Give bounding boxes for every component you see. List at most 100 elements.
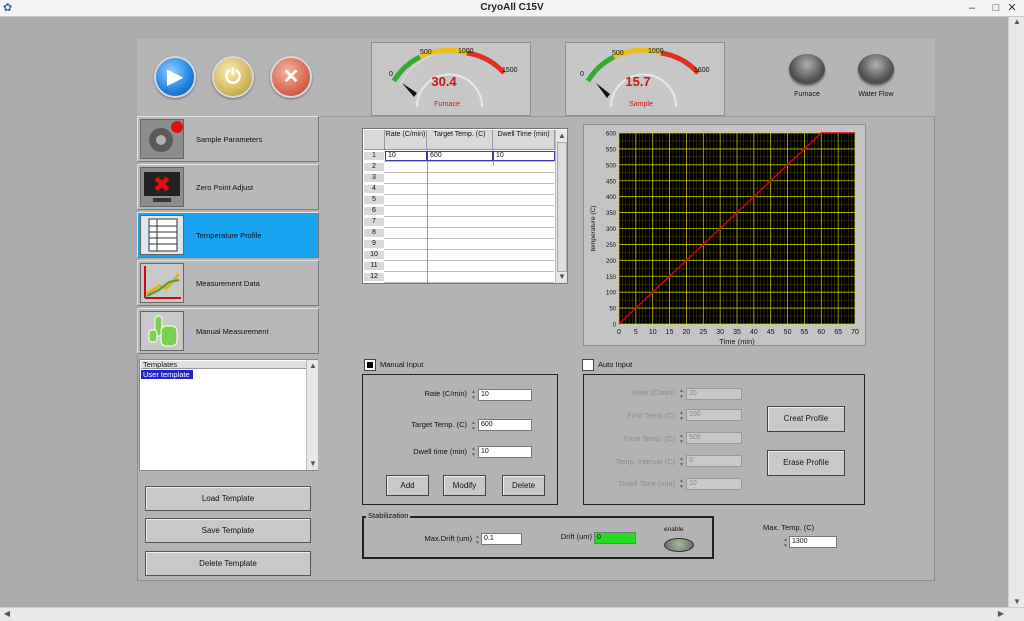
x-tick-label: 55 xyxy=(801,329,809,336)
save-template-button[interactable]: Save Template xyxy=(145,518,311,543)
horizontal-scrollbar[interactable]: ◀ ▶ xyxy=(0,607,1024,621)
y-tick-label: 250 xyxy=(606,243,617,249)
load-template-button[interactable]: Load Template xyxy=(145,486,311,511)
auto-dwell-spinner[interactable]: ▲ ▼ xyxy=(678,478,685,490)
water-flow-indicator-led xyxy=(858,54,894,84)
table-scrollbar[interactable]: ▲ ▼ xyxy=(555,130,567,283)
x-tick-label: 65 xyxy=(834,329,842,336)
auto-dwell-label: Dwell Time (min) xyxy=(619,479,675,488)
templates-scrollbar[interactable]: ▲ ▼ xyxy=(306,360,318,470)
scroll-thumb[interactable] xyxy=(557,142,567,272)
scroll-right-icon[interactable]: ▶ xyxy=(996,609,1006,619)
row-number: 1 xyxy=(364,152,384,160)
rate-spinner[interactable]: ▲ ▼ xyxy=(470,389,477,401)
run-button[interactable]: ▶ xyxy=(154,56,196,98)
scroll-up-icon[interactable]: ▲ xyxy=(1012,17,1022,27)
auto-rate-label: Rate (C/min) xyxy=(632,388,675,397)
target-temp-spinner[interactable]: ▲ ▼ xyxy=(470,420,477,432)
template-list-item[interactable]: User template xyxy=(141,370,193,379)
y-tick-label: 0 xyxy=(613,323,617,329)
dwell-time-input[interactable]: 10 xyxy=(478,446,532,458)
row-divider xyxy=(384,227,554,228)
delete-template-button[interactable]: Delete Template xyxy=(145,551,311,576)
vertical-scrollbar[interactable]: ▲ ▼ xyxy=(1008,17,1024,608)
table-cell-target[interactable]: 600 xyxy=(427,151,493,161)
row-number: 7 xyxy=(364,218,384,226)
y-tick-label: 550 xyxy=(606,147,617,153)
minimize-button[interactable]: – xyxy=(960,0,984,16)
nav-zero-point-adjust[interactable]: ✖ Zero Point Adjust xyxy=(137,164,319,210)
enable-label: enable xyxy=(664,526,684,533)
nav-temperature-profile[interactable]: Temperature Profile xyxy=(137,212,319,258)
stabilization-title: Stabilization xyxy=(366,511,411,520)
final-temp-spinner[interactable]: ▲ ▼ xyxy=(678,433,685,445)
furnace-indicator-led xyxy=(789,54,825,84)
max-temp-spinner[interactable]: ▲ ▼ xyxy=(782,537,789,549)
max-temp-input[interactable]: 1300 xyxy=(789,536,837,548)
y-tick-label: 200 xyxy=(606,259,617,265)
first-temp-input[interactable]: 100 xyxy=(686,409,742,421)
nav-label: Measurement Data xyxy=(196,279,260,288)
target-temp-input[interactable]: 600 xyxy=(478,419,532,431)
y-tick-label: 100 xyxy=(606,291,617,297)
rate-label: Rate (C/min) xyxy=(424,389,467,398)
row-divider xyxy=(384,205,554,206)
stop-button[interactable]: ✕ xyxy=(270,56,312,98)
row-divider xyxy=(384,183,554,184)
erase-profile-button[interactable]: Erase Profile xyxy=(767,450,845,476)
furnace-gauge: 0 500 1000 1500 30.4 Furnace xyxy=(371,42,531,116)
furnace-indicator-label: Furnace xyxy=(794,91,820,98)
max-temp-label: Max. Temp. (C) xyxy=(763,523,815,532)
gauge-tick: 0 xyxy=(389,71,393,78)
gauge-tick: 1000 xyxy=(648,48,664,55)
rate-input[interactable]: 10 xyxy=(478,389,532,401)
x-tick-label: 5 xyxy=(634,329,638,336)
table-cell-dwell[interactable]: 10 xyxy=(493,151,555,161)
nav-measurement-data[interactable]: Measurement Data xyxy=(137,260,319,306)
window-title: CryoAll C15V xyxy=(480,2,544,13)
power-icon: ⏻ xyxy=(225,66,241,88)
y-tick-label: 50 xyxy=(609,307,616,313)
temp-interval-input[interactable]: 0 xyxy=(686,455,742,467)
auto-rate-spinner[interactable]: ▲ ▼ xyxy=(678,388,685,400)
modify-button[interactable]: Modify xyxy=(443,475,486,496)
nav-manual-measurement[interactable]: Manual Measurement xyxy=(137,308,319,354)
temp-interval-spinner[interactable]: ▲ ▼ xyxy=(678,456,685,468)
row-number: 10 xyxy=(364,251,384,259)
delete-button[interactable]: Delete xyxy=(502,475,545,496)
x-tick-label: 0 xyxy=(617,329,621,336)
y-tick-label: 350 xyxy=(606,211,617,217)
row-divider xyxy=(384,249,554,250)
enable-toggle[interactable] xyxy=(664,538,694,552)
scroll-down-icon[interactable]: ▼ xyxy=(1012,597,1022,607)
y-tick-label: 150 xyxy=(606,275,617,281)
table-cell-rate[interactable]: 10 xyxy=(385,151,427,161)
add-button[interactable]: Add xyxy=(386,475,429,496)
scroll-up-icon[interactable]: ▲ xyxy=(308,361,318,371)
scroll-down-icon[interactable]: ▼ xyxy=(557,272,567,282)
scroll-left-icon[interactable]: ◀ xyxy=(2,609,12,619)
create-profile-button[interactable]: Creat Profile xyxy=(767,406,845,432)
final-temp-input[interactable]: 500 xyxy=(686,432,742,444)
temperature-profile-table[interactable]: Rate (C/min) Target Temp. (C) Dwell Time… xyxy=(362,128,568,284)
drift-label: Drift (um) xyxy=(560,532,592,541)
scroll-up-icon[interactable]: ▲ xyxy=(557,131,567,141)
drift-value: 0 xyxy=(594,532,636,544)
y-tick-label: 400 xyxy=(606,195,617,201)
close-button[interactable]: ✕ xyxy=(1000,0,1024,16)
auto-dwell-input[interactable]: 10 xyxy=(686,478,742,490)
row-number: 4 xyxy=(364,185,384,193)
first-temp-spinner[interactable]: ▲ ▼ xyxy=(678,410,685,422)
dwell-time-spinner[interactable]: ▲ ▼ xyxy=(470,446,477,458)
auto-input-checkbox[interactable] xyxy=(582,359,594,371)
gauge-tick: 1000 xyxy=(458,48,474,55)
manual-input-checkbox[interactable] xyxy=(364,359,376,371)
scroll-down-icon[interactable]: ▼ xyxy=(308,459,318,469)
row-divider xyxy=(384,172,554,173)
max-drift-spinner[interactable]: ▲ ▼ xyxy=(474,534,481,546)
power-button[interactable]: ⏻ xyxy=(212,56,254,98)
templates-list[interactable]: Templates User template ▲ ▼ xyxy=(139,359,318,471)
nav-sample-parameters[interactable]: Sample Parameters xyxy=(137,116,319,162)
y-tick-label: 500 xyxy=(606,163,617,169)
auto-rate-input[interactable]: 20 xyxy=(686,388,742,400)
